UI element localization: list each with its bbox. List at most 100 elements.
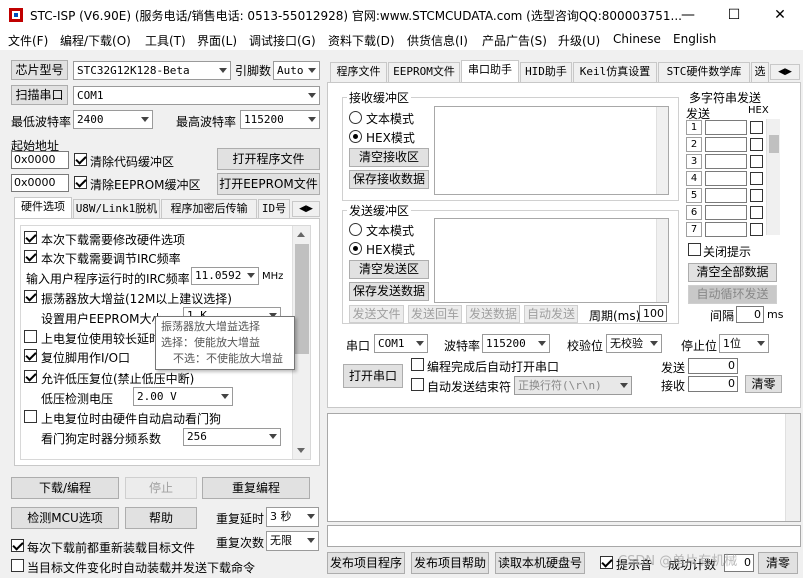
tab-serial-assistant[interactable]: 串口助手	[461, 60, 519, 82]
baud-rate-select[interactable]: 115200	[482, 334, 550, 353]
menu-program[interactable]: 编程/下载(O)	[60, 32, 131, 49]
clear-code-buffer-checkbox[interactable]	[74, 153, 87, 166]
send-file-button[interactable]: 发送文件	[349, 305, 404, 323]
right-tab-scroll-arrows[interactable]: ◀▶	[770, 64, 800, 80]
save-send-button[interactable]: 保存发送数据	[349, 282, 429, 301]
menu-file[interactable]: 文件(F)	[8, 32, 48, 49]
tab-u8w-offline[interactable]: U8W/Link1脱机	[73, 199, 160, 219]
close-button[interactable]: ✕	[757, 0, 803, 30]
help-button[interactable]: 帮助	[125, 507, 197, 529]
clear-eeprom-buffer-checkbox[interactable]	[74, 176, 87, 189]
long-reset-delay-checkbox[interactable]	[24, 330, 37, 343]
multi-row-input[interactable]	[705, 188, 747, 203]
auto-loop-send-button[interactable]: 自动循环发送	[688, 285, 777, 304]
menu-upgrade[interactable]: 升级(U)	[558, 32, 600, 49]
reprogram-button[interactable]: 重复编程	[202, 477, 310, 499]
multi-row-hex-checkbox[interactable]	[750, 121, 763, 134]
scroll-thumb[interactable]	[295, 244, 309, 354]
receive-scrollbar[interactable]	[656, 107, 668, 194]
port-select[interactable]: COM1	[73, 86, 320, 105]
multi-row-index[interactable]: 6	[686, 205, 702, 220]
multi-row-input[interactable]	[705, 137, 747, 152]
save-receive-button[interactable]: 保存接收数据	[349, 170, 429, 189]
tab-keil-settings[interactable]: Keil仿真设置	[573, 62, 657, 82]
open-program-button[interactable]: 打开程序文件	[217, 148, 320, 170]
tab-more[interactable]: 选	[751, 62, 769, 82]
menu-download[interactable]: 资料下载(D)	[328, 32, 395, 49]
adjust-irc-checkbox[interactable]	[24, 250, 37, 263]
serial-port-select[interactable]: COM1	[374, 334, 428, 353]
clear-receive-button[interactable]: 清空接收区	[349, 148, 429, 167]
eeprom-address-input[interactable]: 0x0000	[11, 174, 69, 192]
log-scrollbar[interactable]	[785, 414, 800, 521]
multi-row-hex-checkbox[interactable]	[750, 155, 763, 168]
end-char-select[interactable]: 正换行符(\r\n)	[514, 376, 632, 395]
multi-row-input[interactable]	[705, 171, 747, 186]
repeat-delay-select[interactable]: 3 秒	[266, 507, 319, 527]
tab-eeprom-file[interactable]: EEPROM文件	[388, 62, 460, 82]
stop-button[interactable]: 停止	[125, 477, 197, 499]
irc-frequency-select[interactable]: 11.0592	[191, 267, 259, 285]
menu-supply[interactable]: 供货信息(I)	[407, 32, 468, 49]
multi-row-input[interactable]	[705, 154, 747, 169]
min-baud-select[interactable]: 2400	[73, 110, 153, 129]
stop-bits-select[interactable]: 1位	[719, 334, 769, 353]
multi-row-index[interactable]: 5	[686, 188, 702, 203]
tab-scroll-arrows[interactable]: ◀▶	[292, 201, 320, 217]
multi-row-input[interactable]	[705, 120, 747, 135]
clear-success-button[interactable]: 清零	[758, 552, 798, 574]
max-baud-select[interactable]: 115200	[240, 110, 320, 129]
parity-select[interactable]: 无校验	[606, 334, 662, 353]
modify-hw-options-checkbox[interactable]	[24, 231, 37, 244]
multi-row-hex-checkbox[interactable]	[750, 138, 763, 151]
read-disk-id-button[interactable]: 读取本机硬盘号	[495, 552, 585, 574]
tab-id-number[interactable]: ID号	[258, 199, 290, 219]
reload-each-checkbox[interactable]	[11, 539, 24, 552]
wdt-divider-select[interactable]: 256	[183, 428, 281, 446]
lvd-voltage-select[interactable]: 2.00 V	[133, 387, 233, 406]
menu-interface[interactable]: 界面(L)	[197, 32, 237, 49]
tip-sound-checkbox[interactable]	[600, 556, 613, 569]
period-input[interactable]: 100	[639, 305, 667, 322]
auto-open-port-checkbox[interactable]	[411, 358, 424, 371]
tab-encrypted-transfer[interactable]: 程序加密后传输	[161, 199, 257, 219]
recv-text-mode-radio[interactable]	[349, 111, 362, 124]
chip-model-button[interactable]: 芯片型号	[11, 60, 68, 80]
menu-chinese[interactable]: Chinese	[613, 32, 661, 46]
low-voltage-reset-checkbox[interactable]	[24, 370, 37, 383]
auto-load-checkbox[interactable]	[11, 559, 24, 572]
send-hex-mode-radio[interactable]	[349, 242, 362, 255]
multi-row-index[interactable]: 7	[686, 222, 702, 237]
clear-send-button[interactable]: 清空发送区	[349, 260, 429, 279]
send-data-button[interactable]: 发送数据	[466, 305, 520, 323]
multi-row-hex-checkbox[interactable]	[750, 189, 763, 202]
receive-textarea[interactable]	[434, 106, 669, 195]
reset-pin-io-checkbox[interactable]	[24, 349, 37, 362]
scan-port-button[interactable]: 扫描串口	[11, 85, 68, 105]
recv-hex-mode-radio[interactable]	[349, 130, 362, 143]
maximize-button[interactable]: ☐	[711, 0, 757, 30]
multi-scroll-thumb[interactable]	[769, 135, 779, 153]
multi-row-index[interactable]: 2	[686, 137, 702, 152]
multi-string-scrollbar[interactable]	[766, 119, 780, 235]
menu-tools[interactable]: 工具(T)	[145, 32, 186, 49]
interval-input[interactable]: 0	[736, 306, 764, 323]
close-tip-checkbox[interactable]	[688, 243, 701, 256]
pin-count-select[interactable]: Auto	[273, 61, 320, 80]
multi-row-hex-checkbox[interactable]	[750, 206, 763, 219]
code-address-input[interactable]: 0x0000	[11, 151, 69, 169]
download-program-button[interactable]: 下载/编程	[11, 477, 119, 499]
menu-ads[interactable]: 产品广告(S)	[482, 32, 547, 49]
tab-program-file[interactable]: 程序文件	[330, 62, 387, 82]
multi-row-input[interactable]	[705, 222, 747, 237]
scroll-down-arrow[interactable]	[297, 448, 305, 453]
scroll-up-arrow[interactable]	[297, 232, 305, 237]
multi-row-index[interactable]: 3	[686, 154, 702, 169]
tab-math-library[interactable]: STC硬件数学库	[658, 62, 750, 82]
chip-model-select[interactable]: STC32G12K128-Beta	[73, 61, 231, 80]
auto-send-end-checkbox[interactable]	[411, 378, 424, 391]
oscillator-gain-checkbox[interactable]	[24, 290, 37, 303]
check-mcu-button[interactable]: 检测MCU选项	[11, 507, 119, 529]
send-scrollbar[interactable]	[656, 219, 668, 302]
publish-program-button[interactable]: 发布项目程序	[327, 552, 405, 574]
